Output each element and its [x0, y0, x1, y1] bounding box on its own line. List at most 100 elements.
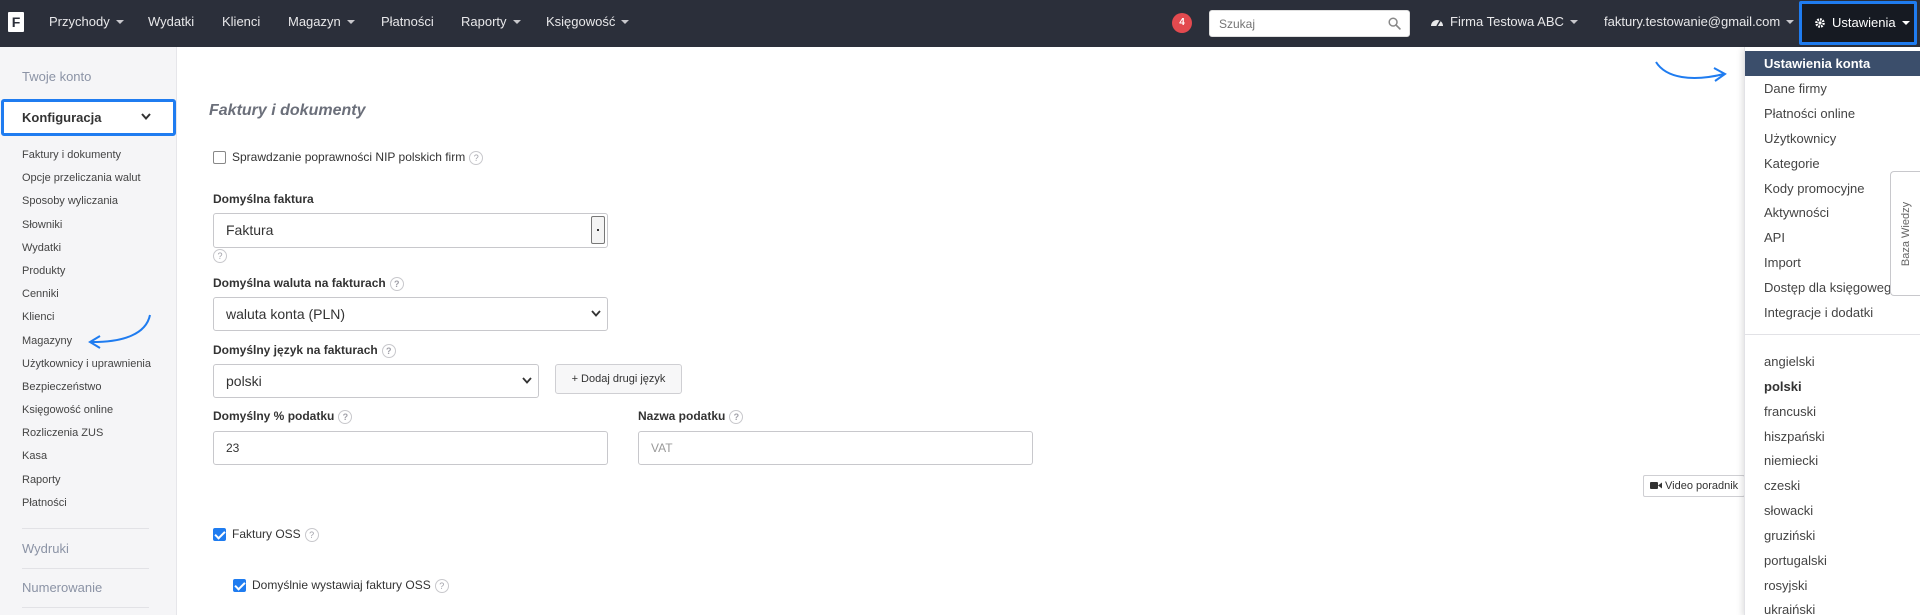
help-icon[interactable]: ? [389, 276, 404, 291]
oss-invoices-label: Faktury OSS [232, 527, 301, 541]
oss-invoices-row: Faktury OSS? [213, 527, 319, 542]
nav-platnosci-label: Płatności [381, 14, 434, 29]
menu-item-users[interactable]: Użytkownicy [1745, 126, 1920, 151]
sidebar-config-section[interactable]: Konfiguracja [1, 99, 176, 136]
help-icon[interactable]: ? [338, 409, 353, 424]
nav-ksiegowosc-label: Księgowość [546, 14, 616, 29]
user-menu[interactable]: faktury.testowanie@gmail.com [1604, 0, 1795, 47]
menu-lang-slovak[interactable]: słowacki [1745, 498, 1920, 523]
chevron-down-icon [141, 113, 151, 120]
chevron-down-icon [591, 310, 601, 317]
caret-down-icon [346, 19, 355, 24]
caret-down-icon [1786, 19, 1795, 24]
oss-invoices-checkbox[interactable] [213, 528, 226, 542]
menu-lang-portuguese[interactable]: portugalski [1745, 548, 1920, 573]
nav-ksiegowosc[interactable]: Księgowość [546, 0, 630, 47]
nav-raporty[interactable]: Raporty [461, 0, 521, 47]
nip-check-checkbox[interactable] [213, 151, 226, 165]
nip-check-label: Sprawdzanie poprawności NIP polskich fir… [232, 150, 466, 164]
nav-raporty-label: Raporty [461, 14, 507, 29]
help-icon[interactable]: ? [304, 527, 319, 542]
video-camera-icon [1650, 481, 1662, 489]
menu-item-online-payments[interactable]: Płatności online [1745, 101, 1920, 126]
settings-dropdown-menu: Ustawienia konta Dane firmy Płatności on… [1744, 47, 1920, 615]
notification-badge[interactable]: 4 [1172, 13, 1192, 33]
default-invoice-value: Faktura [226, 222, 274, 238]
sidebar-prints-link[interactable]: Wydruki [22, 541, 69, 556]
help-icon[interactable]: ? [729, 409, 744, 424]
nav-magazyn[interactable]: Magazyn [288, 0, 355, 47]
app-logo[interactable]: F [8, 12, 24, 32]
video-guide-label: Video poradnik [1665, 480, 1739, 492]
menu-item-account-settings[interactable]: Ustawienia konta [1745, 51, 1920, 76]
settings-button[interactable]: Ustawienia [1799, 1, 1917, 45]
knowledge-base-label: Baza Wiedzy [1899, 201, 1912, 266]
sidebar-item-kasa[interactable]: Kasa [22, 445, 151, 468]
sidebar-account-link[interactable]: Twoje konto [22, 69, 91, 84]
sidebar-item-raporty[interactable]: Raporty [22, 469, 151, 492]
sidebar-item-bezpieczenstwo[interactable]: Bezpieczeństwo [22, 376, 151, 399]
menu-lang-french[interactable]: francuski [1745, 399, 1920, 424]
sidebar-item-slowniki[interactable]: Słowniki [22, 214, 151, 237]
nav-wydatki-label: Wydatki [148, 14, 195, 29]
sidebar-item-uzytkownicy[interactable]: Użytkownicy i uprawnienia [22, 353, 151, 376]
sidebar-item-ksiegowosc[interactable]: Księgowość online [22, 399, 151, 422]
caret-down-icon [1901, 20, 1910, 25]
sidebar-item-waluty[interactable]: Opcje przeliczania walut [22, 167, 151, 190]
menu-lang-russian[interactable]: rosyjski [1745, 573, 1920, 598]
caret-down-icon [1569, 19, 1578, 24]
menu-lang-czech[interactable]: czeski [1745, 473, 1920, 498]
sidebar-item-cenniki[interactable]: Cenniki [22, 283, 151, 306]
oss-default-checkbox[interactable] [233, 579, 246, 593]
menu-lang-english[interactable]: angielski [1745, 349, 1920, 374]
add-second-language-button[interactable]: + Dodaj drugi język [555, 364, 682, 394]
menu-lang-spanish[interactable]: hiszpański [1745, 424, 1920, 449]
help-icon[interactable]: ? [469, 150, 484, 165]
sidebar-item-wyliczanie[interactable]: Sposoby wyliczania [22, 190, 151, 213]
default-invoice-select[interactable]: Faktura [213, 213, 608, 248]
help-icon[interactable]: ? [381, 343, 396, 358]
default-invoice-label: Domyślna faktura [213, 192, 314, 206]
menu-item-company-data[interactable]: Dane firmy [1745, 76, 1920, 101]
sidebar-item-platnosci[interactable]: Płatności [22, 492, 151, 515]
video-guide-button[interactable]: Video poradnik [1643, 475, 1746, 497]
sidebar-item-wydatki[interactable]: Wydatki [22, 237, 151, 260]
knowledge-base-tab[interactable]: Baza Wiedzy [1890, 171, 1920, 296]
default-language-select[interactable]: polski [213, 364, 539, 398]
menu-lang-georgian[interactable]: gruziński [1745, 523, 1920, 548]
sidebar-item-faktury[interactable]: Faktury i dokumenty [22, 144, 151, 167]
menu-lang-ukrainian[interactable]: ukraiński [1745, 597, 1920, 615]
search-input[interactable] [1210, 11, 1380, 36]
default-currency-select[interactable]: waluta konta (PLN) [213, 297, 608, 331]
nav-wydatki[interactable]: Wydatki [148, 0, 194, 47]
help-icon[interactable]: ? [213, 249, 227, 263]
annotation-arrow-left-icon [88, 314, 151, 349]
nav-platnosci[interactable]: Płatności [381, 0, 434, 47]
company-name: Firma Testowa ABC [1450, 14, 1564, 29]
menu-item-integrations[interactable]: Integracje i dodatki [1745, 300, 1920, 325]
search-icon[interactable] [1388, 17, 1401, 30]
sidebar-numbering-link[interactable]: Numerowanie [22, 580, 102, 595]
company-switcher[interactable]: Firma Testowa ABC [1430, 0, 1578, 47]
sidebar-divider [22, 607, 149, 608]
sidebar-config-label: Konfiguracja [22, 110, 102, 125]
tax-name-label-text: Nazwa podatku [638, 409, 726, 423]
tax-name-input[interactable]: VAT [638, 431, 1033, 465]
menu-lang-german[interactable]: niemiecki [1745, 448, 1920, 473]
nav-magazyn-label: Magazyn [288, 14, 341, 29]
top-navbar: F Przychody Wydatki Klienci Magazyn Płat… [0, 0, 1920, 47]
default-tax-input[interactable]: 23 [213, 431, 608, 465]
gear-icon [1815, 17, 1825, 28]
menu-lang-polish[interactable]: polski [1745, 374, 1920, 399]
sidebar-item-produkty[interactable]: Produkty [22, 260, 151, 283]
nav-przychody[interactable]: Przychody [49, 0, 124, 47]
default-currency-label: Domyślna waluta na fakturach? [213, 276, 404, 291]
default-currency-value: waluta konta (PLN) [226, 306, 346, 322]
search-box [1209, 10, 1410, 37]
select-spinner-icon[interactable] [591, 216, 605, 244]
nip-check-row: Sprawdzanie poprawności NIP polskich fir… [213, 150, 484, 165]
sidebar-item-zus[interactable]: Rozliczenia ZUS [22, 422, 151, 445]
help-icon[interactable]: ? [434, 578, 449, 593]
nav-klienci[interactable]: Klienci [222, 0, 260, 47]
chevron-down-icon [522, 377, 532, 384]
